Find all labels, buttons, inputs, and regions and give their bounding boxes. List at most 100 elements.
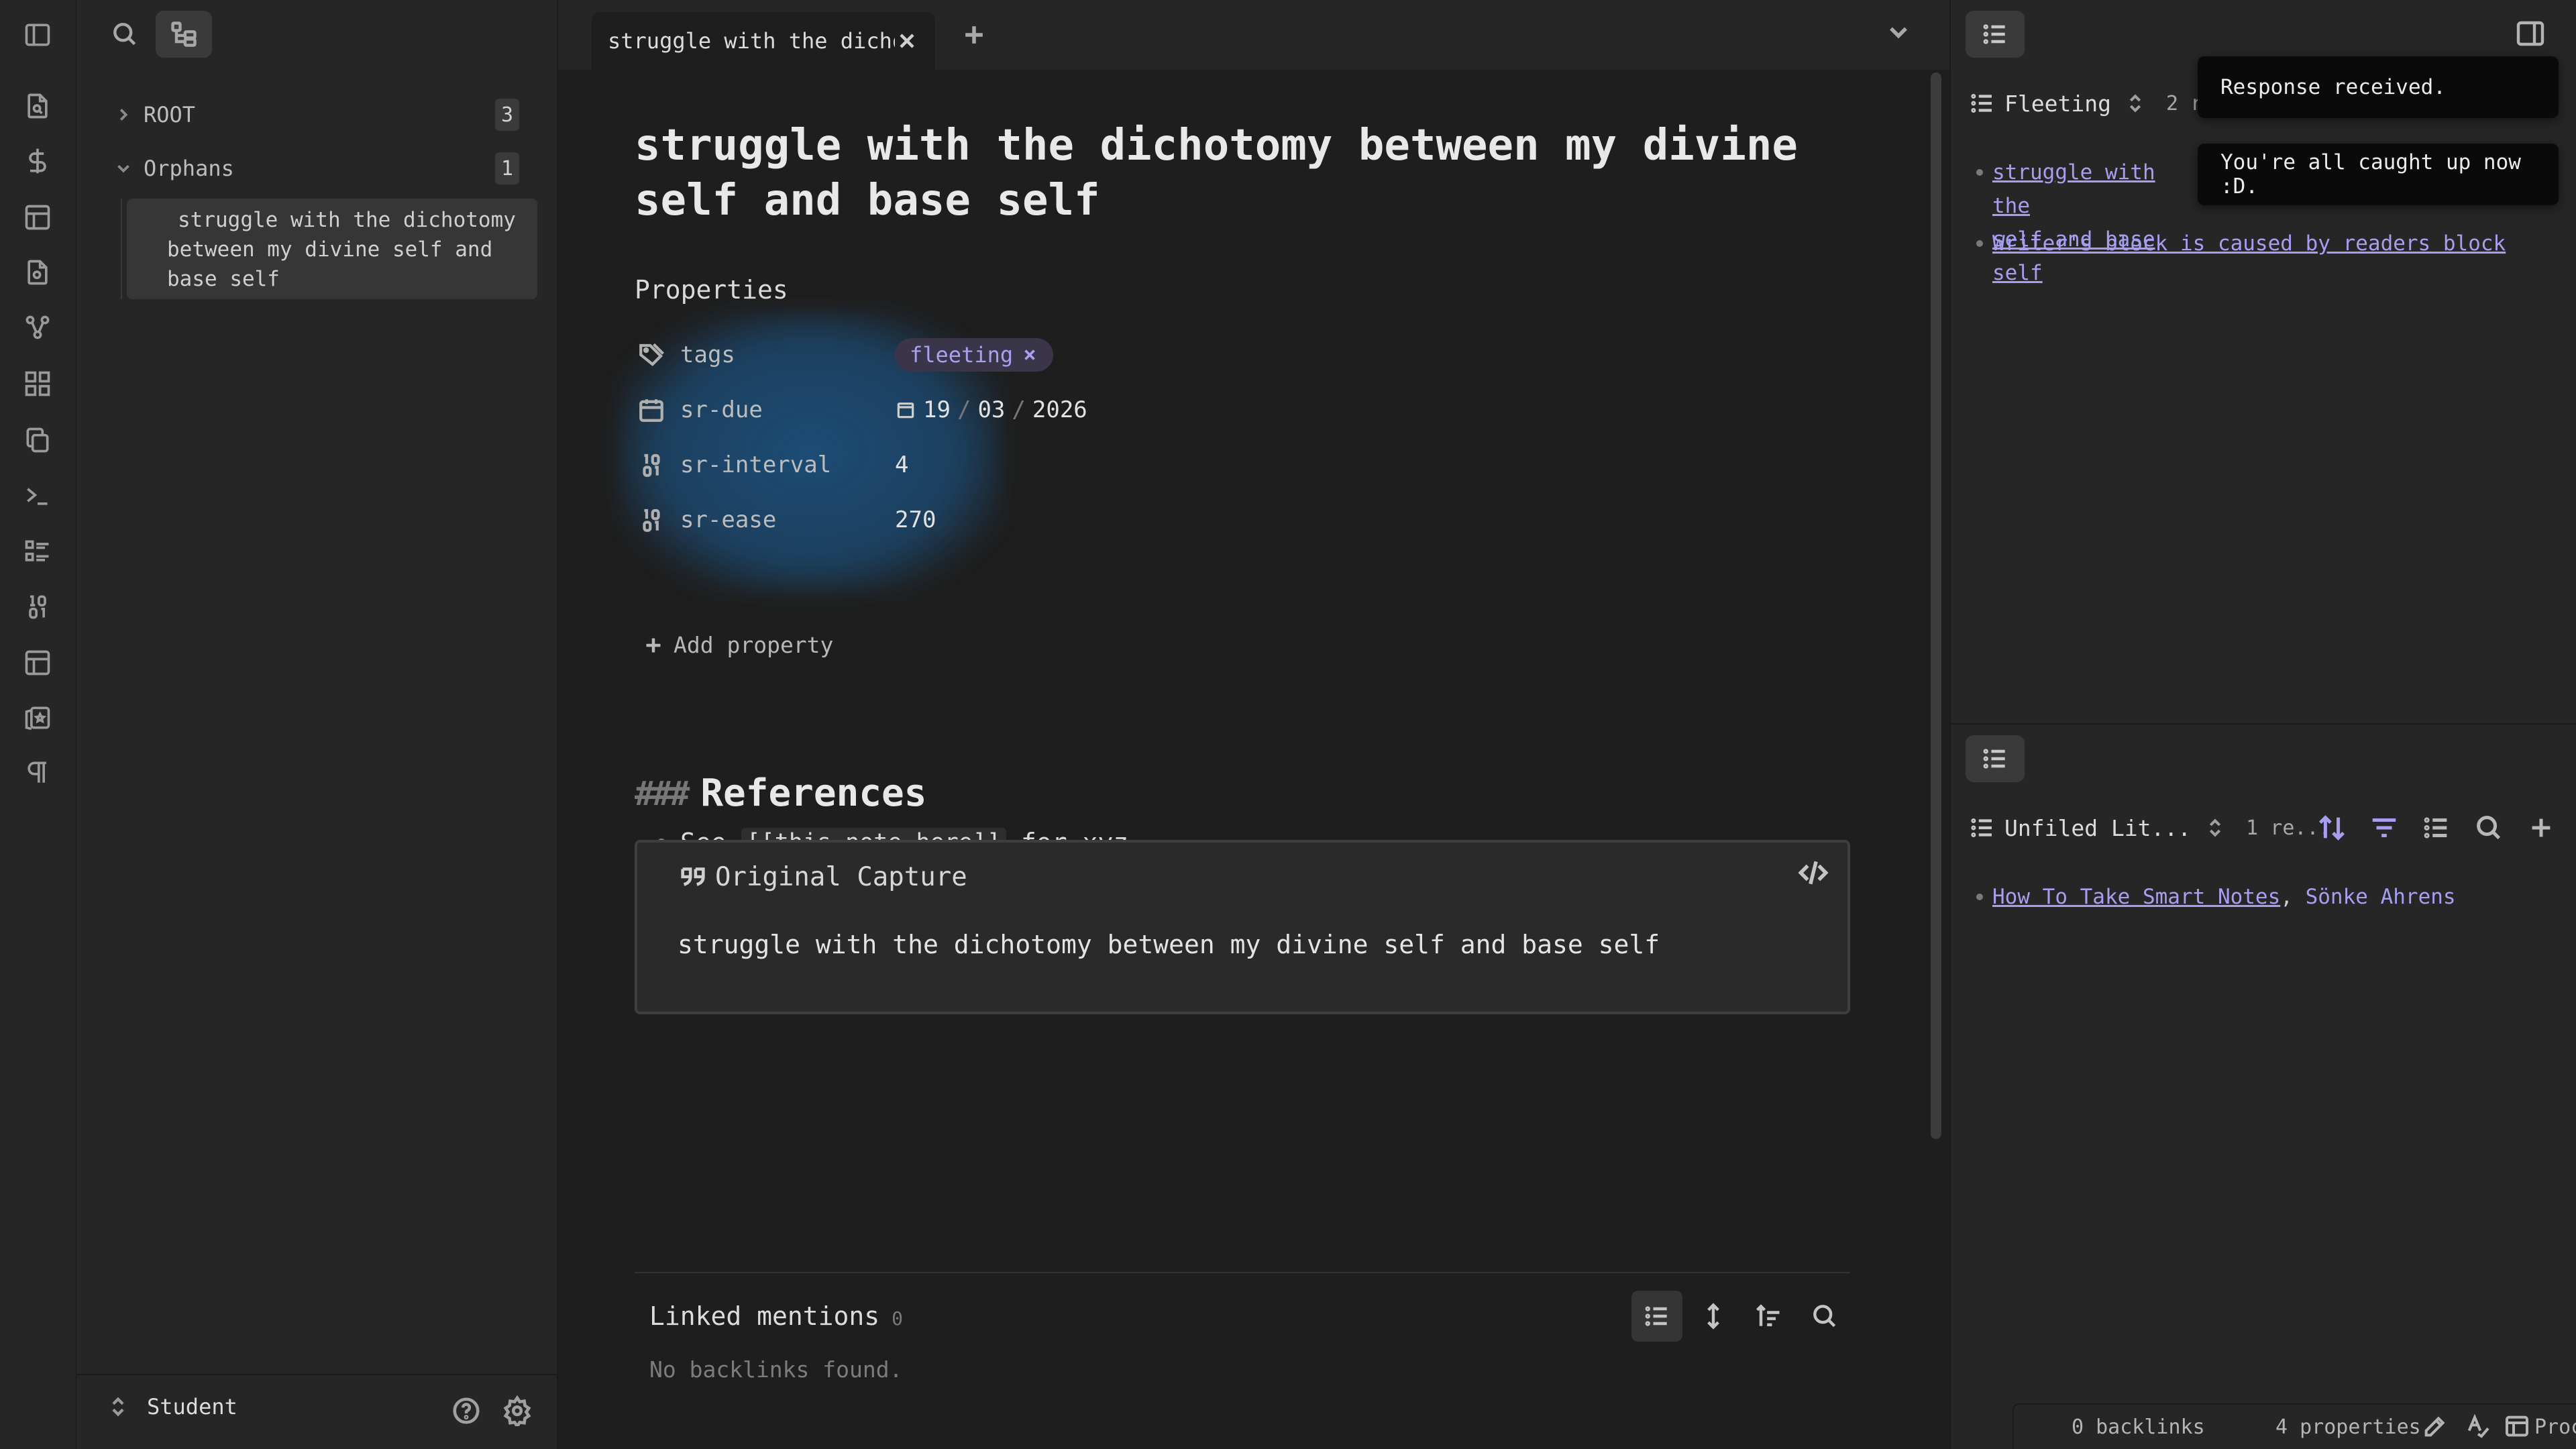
list-view-icon[interactable]	[1631, 1291, 1682, 1342]
linked-mentions-header[interactable]: Linked mentions 0	[649, 1301, 903, 1331]
property-value[interactable]: fleeting	[895, 338, 1054, 372]
tab-bar: struggle with the dicho...	[558, 0, 1949, 70]
terminal-icon[interactable]	[19, 476, 56, 514]
list-icon	[1968, 89, 1996, 117]
list-checks-icon[interactable]	[19, 533, 56, 570]
left-sidebar: ROOT 3 Orphans 1 struggle with the dicho…	[76, 0, 558, 1449]
plus-icon[interactable]	[2521, 808, 2561, 848]
left-ribbon	[0, 0, 77, 1449]
property-sr-interval[interactable]: sr-interval 4	[635, 441, 1171, 488]
notice-toast[interactable]: You're all caught up now :D.	[2198, 144, 2559, 205]
add-property-label: Add property	[674, 632, 834, 658]
property-tags[interactable]: tags fleeting	[635, 331, 1171, 378]
fleeting-view-select[interactable]: Fleeting	[2004, 91, 2111, 117]
tags-icon	[635, 338, 668, 372]
right-sidebar: Fleeting 2 re struggle with the self and…	[1949, 0, 2576, 1449]
dollar-icon[interactable]	[19, 142, 56, 180]
date-picker-icon[interactable]	[895, 399, 916, 421]
callout-title-text: Original Capture	[715, 861, 967, 892]
callout-body: struggle with the dichotomy between my d…	[678, 930, 1660, 959]
linked-mentions-toolbar	[1631, 1291, 1850, 1342]
help-icon[interactable]	[451, 1395, 484, 1429]
process-layout-icon[interactable]	[2504, 1413, 2530, 1440]
unfiled-result-separator: ,	[2280, 885, 2293, 909]
settings-gear-icon[interactable]	[502, 1395, 535, 1429]
callout-title: Original Capture	[678, 861, 967, 892]
sort-icon[interactable]	[1743, 1291, 1794, 1342]
sort-arrows-icon[interactable]	[2312, 808, 2352, 848]
unfiled-view-select[interactable]: Unfiled Lit...	[2004, 815, 2191, 841]
note-title[interactable]: struggle with the dichotomy between my d…	[635, 118, 1869, 228]
property-sr-due[interactable]: sr-due 19/03/2026	[635, 386, 1171, 433]
bullet-dot	[1976, 169, 1983, 176]
fleeting-result-item[interactable]: struggle with the self and base self	[1976, 156, 2167, 290]
tree-item-root[interactable]: ROOT 3	[103, 91, 533, 138]
property-value[interactable]: 4	[895, 451, 908, 478]
fleeting-result-item[interactable]: Writer's block is caused by readers bloc…	[1976, 227, 2506, 260]
toggle-left-sidebar-icon[interactable]	[19, 16, 56, 54]
date-day: 19	[923, 396, 951, 423]
layout-icon[interactable]	[19, 199, 56, 236]
chevrons-up-down-icon[interactable]	[2125, 93, 2146, 114]
list-view-icon[interactable]	[2416, 808, 2457, 848]
tree-item-count: 3	[495, 99, 519, 131]
expand-vertical-icon[interactable]	[1688, 1291, 1739, 1342]
grid-icon[interactable]	[19, 365, 56, 402]
outline-list-icon[interactable]	[1966, 735, 2025, 782]
tab-active-note[interactable]: struggle with the dicho...	[592, 12, 935, 70]
binary-icon[interactable]	[19, 588, 56, 625]
unfiled-result-link[interactable]: How To Take Smart Notes	[1992, 885, 2280, 909]
status-properties[interactable]: 4 properties	[2275, 1415, 2421, 1439]
obsidian-app: ROOT 3 Orphans 1 struggle with the dicho…	[0, 0, 2576, 1449]
references-heading[interactable]: ### References	[635, 771, 926, 815]
spellcheck-icon[interactable]	[2465, 1413, 2491, 1440]
tab-list-chevron-down-icon[interactable]	[1884, 17, 1917, 51]
status-process[interactable]: Process	[2534, 1415, 2576, 1439]
edit-pencil-icon[interactable]	[2422, 1413, 2449, 1440]
search-icon[interactable]	[2469, 808, 2509, 848]
date-input[interactable]: 19/03/2026	[895, 396, 1087, 423]
chevron-right-icon[interactable]	[103, 105, 144, 125]
file-search-2-icon[interactable]	[19, 254, 56, 291]
flashcards-icon[interactable]	[19, 699, 56, 737]
table-icon[interactable]	[19, 644, 56, 682]
code-brackets-icon[interactable]	[1796, 856, 1834, 894]
remove-tag-icon[interactable]	[1021, 346, 1038, 364]
folder-tree-icon[interactable]	[156, 11, 212, 58]
property-value[interactable]: 270	[895, 506, 936, 533]
notice-toast[interactable]: Response received.	[2198, 56, 2559, 118]
search-icon[interactable]	[97, 11, 153, 58]
filter-icon[interactable]	[2364, 808, 2404, 848]
note-editor[interactable]: struggle with the dichotomy between my d…	[558, 70, 1949, 1449]
linked-mentions-title: Linked mentions	[649, 1301, 880, 1331]
plus-icon	[646, 638, 661, 652]
graph-icon[interactable]	[19, 309, 56, 346]
quote-icon	[681, 867, 705, 886]
editor-scrollbar[interactable]	[1931, 72, 1941, 1139]
tree-note-item[interactable]: struggle with the dichotomy between my d…	[127, 199, 537, 299]
tree-item-label: Orphans	[144, 156, 234, 181]
close-tab-icon[interactable]	[895, 29, 919, 53]
new-tab-plus-icon[interactable]	[954, 15, 994, 55]
pilcrow-icon[interactable]	[19, 754, 56, 792]
tree-item-count: 1	[495, 152, 519, 184]
outline-list-icon[interactable]	[1966, 11, 2025, 58]
vault-switcher[interactable]: Student	[107, 1394, 237, 1419]
add-property-button[interactable]: Add property	[641, 632, 833, 658]
chevrons-up-down-icon[interactable]	[2204, 817, 2226, 839]
chevron-down-icon[interactable]	[103, 158, 144, 178]
toggle-right-sidebar-icon[interactable]	[2514, 17, 2552, 55]
search-backlinks-icon[interactable]	[1799, 1291, 1850, 1342]
linked-mentions-count: 0	[892, 1307, 904, 1330]
property-sr-ease[interactable]: sr-ease 270	[635, 496, 1171, 543]
fleeting-result-link[interactable]: Writer's block is caused by readers bloc…	[1992, 231, 2506, 256]
status-backlinks[interactable]: 0 backlinks	[2072, 1415, 2205, 1439]
copy-icon[interactable]	[19, 421, 56, 459]
unfiled-result-item[interactable]: How To Take Smart Notes, Sönke Ahrens	[1976, 880, 2456, 914]
left-sidebar-header	[76, 0, 557, 70]
original-capture-callout[interactable]: Original Capture struggle with the dicho…	[635, 840, 1850, 1014]
tree-item-orphans[interactable]: Orphans 1	[103, 145, 533, 192]
tag-pill[interactable]: fleeting	[895, 338, 1054, 372]
fleeting-result-link[interactable]: struggle with the	[1992, 160, 2155, 218]
file-search-icon[interactable]	[19, 87, 56, 125]
